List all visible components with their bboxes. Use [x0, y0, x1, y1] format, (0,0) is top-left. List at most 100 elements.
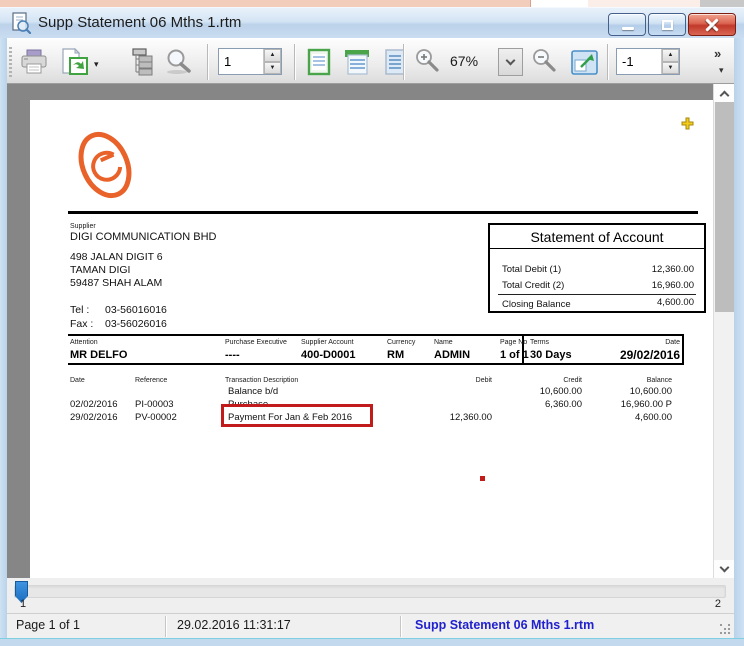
export-dropdown-arrow[interactable]: ▾ — [94, 59, 99, 70]
total-debit-value: 12,360.00 — [652, 264, 694, 275]
print-preview-icon — [10, 12, 32, 34]
copies-down-button[interactable]: ▼ — [662, 62, 679, 75]
closing-balance-label: Closing Balance — [502, 299, 571, 310]
page-slider-area: 1 2 — [7, 578, 734, 613]
detach-window-button[interactable] — [568, 45, 600, 79]
scroll-up-button[interactable] — [714, 84, 734, 102]
zoom-in-button[interactable] — [410, 45, 444, 79]
page-no-label: Page No — [500, 339, 527, 346]
whole-page-view-button[interactable] — [303, 45, 335, 79]
preview-area[interactable]: Supplier DIGI COMMUNICATION BHD 498 JALA… — [7, 84, 734, 578]
cell-reference: PV-00002 — [135, 412, 177, 423]
toolbar-separator — [294, 44, 295, 80]
tel-value: 03-56016016 — [105, 304, 167, 316]
supplier-label: Supplier — [70, 223, 96, 230]
export-button[interactable] — [56, 45, 92, 79]
scroll-down-button[interactable] — [714, 560, 734, 578]
window-border — [734, 38, 744, 638]
supplier-address-line: TAMAN DIGI — [70, 264, 130, 276]
title-bar[interactable]: Supp Statement 06 Mths 1.rtm — [0, 7, 744, 38]
annotation-dot — [480, 476, 485, 481]
col-credit-header: Credit — [563, 377, 582, 384]
closing-balance-value: 4,600.00 — [657, 297, 694, 308]
supplier-address-line: 498 JALAN DIGIT 6 — [70, 251, 163, 263]
purchase-exec-label: Purchase Executive — [225, 339, 287, 346]
cell-date: 02/02/2016 — [70, 399, 118, 410]
page-number-input[interactable] — [219, 49, 263, 74]
page-width-icon — [344, 48, 370, 76]
total-credit-label: Total Credit (2) — [502, 280, 564, 291]
supplier-address-line: 59487 SHAH ALAM — [70, 277, 162, 289]
name-label: Name — [434, 339, 453, 346]
maximize-icon — [662, 20, 673, 30]
currency-label: Currency — [387, 339, 415, 346]
report-tree-icon — [125, 48, 155, 76]
minimize-button[interactable] — [608, 13, 646, 36]
background-fragment — [588, 0, 700, 7]
zoom-in-icon — [412, 48, 442, 76]
page-up-button[interactable]: ▲ — [264, 49, 281, 62]
maximize-button[interactable] — [648, 13, 686, 36]
cell-balance: 16,960.00 P — [621, 399, 672, 410]
print-button[interactable] — [16, 45, 52, 79]
copies-input[interactable] — [617, 49, 661, 74]
page-no-value: 1 of 1 — [500, 349, 529, 361]
name-value: ADMIN — [434, 349, 470, 361]
terms-value: 30 Days — [530, 349, 572, 361]
header-rule — [68, 211, 698, 214]
statusbar-separator — [400, 616, 401, 637]
chevron-down-icon — [506, 56, 516, 66]
window-border — [0, 38, 7, 638]
vertical-scrollbar-thumb[interactable] — [715, 102, 734, 312]
report-tree-button[interactable] — [122, 45, 158, 79]
plus-marker-icon[interactable] — [681, 117, 694, 135]
date-value: 29/02/2016 — [620, 348, 680, 362]
total-credit-value: 16,960.00 — [652, 280, 694, 291]
page-slider-track[interactable] — [14, 585, 726, 598]
copies-up-button[interactable]: ▲ — [662, 49, 679, 62]
background-fragment — [530, 0, 588, 7]
cell-date: 29/02/2016 — [70, 412, 118, 423]
background-fragment — [700, 0, 744, 7]
toolbar-overflow-button[interactable]: » — [714, 46, 721, 61]
page-width-view-button[interactable] — [341, 45, 373, 79]
status-page: Page 1 of 1 — [16, 618, 80, 632]
summary-title: Statement of Account — [490, 225, 704, 249]
page-down-button[interactable]: ▼ — [264, 62, 281, 75]
purchase-exec-value: ---- — [225, 349, 240, 361]
full-size-view-button[interactable] — [379, 45, 411, 79]
zoom-level-label: 67% — [450, 53, 478, 69]
col-debit-header: Debit — [476, 377, 492, 384]
attention-value: MR DELFO — [70, 349, 127, 361]
summary-divider — [498, 294, 696, 295]
toolbar: ▾ ▲ ▼ — [0, 38, 744, 84]
company-logo — [72, 126, 138, 209]
date-label: Date — [665, 339, 680, 346]
report-page: Supplier DIGI COMMUNICATION BHD 498 JALA… — [30, 100, 713, 578]
col-balance-header: Balance — [647, 377, 672, 384]
col-description-header: Transaction Description — [225, 377, 298, 384]
cell-credit: 10,600.00 — [540, 386, 582, 397]
cell-balance: 10,600.00 — [630, 386, 672, 397]
col-reference-header: Reference — [135, 377, 167, 384]
minimize-icon — [622, 27, 634, 30]
toolbar-more-arrow[interactable]: ▾ — [719, 65, 724, 76]
copies-spinner: ▲ ▼ — [616, 48, 680, 75]
search-button[interactable] — [160, 45, 196, 79]
zoom-dropdown-button[interactable] — [498, 48, 523, 76]
cell-reference: PI-00003 — [135, 399, 174, 410]
detach-window-icon — [571, 50, 598, 75]
slider-start-label: 1 — [20, 598, 26, 610]
fax-value: 03-56026016 — [105, 318, 167, 330]
close-button[interactable] — [688, 13, 736, 36]
zoom-out-button[interactable] — [527, 45, 561, 79]
vertical-scrollbar[interactable] — [713, 84, 734, 578]
toolbar-grip[interactable] — [9, 47, 12, 77]
annotation-rectangle — [221, 404, 373, 427]
page-number-spinner: ▲ ▼ — [218, 48, 282, 75]
supplier-name: DIGI COMMUNICATION BHD — [70, 231, 216, 243]
cell-debit: 12,360.00 — [450, 412, 492, 423]
resize-grip[interactable] — [720, 624, 732, 636]
status-datetime: 29.02.2016 11:31:17 — [177, 618, 291, 632]
slider-end-label: 2 — [715, 598, 721, 610]
